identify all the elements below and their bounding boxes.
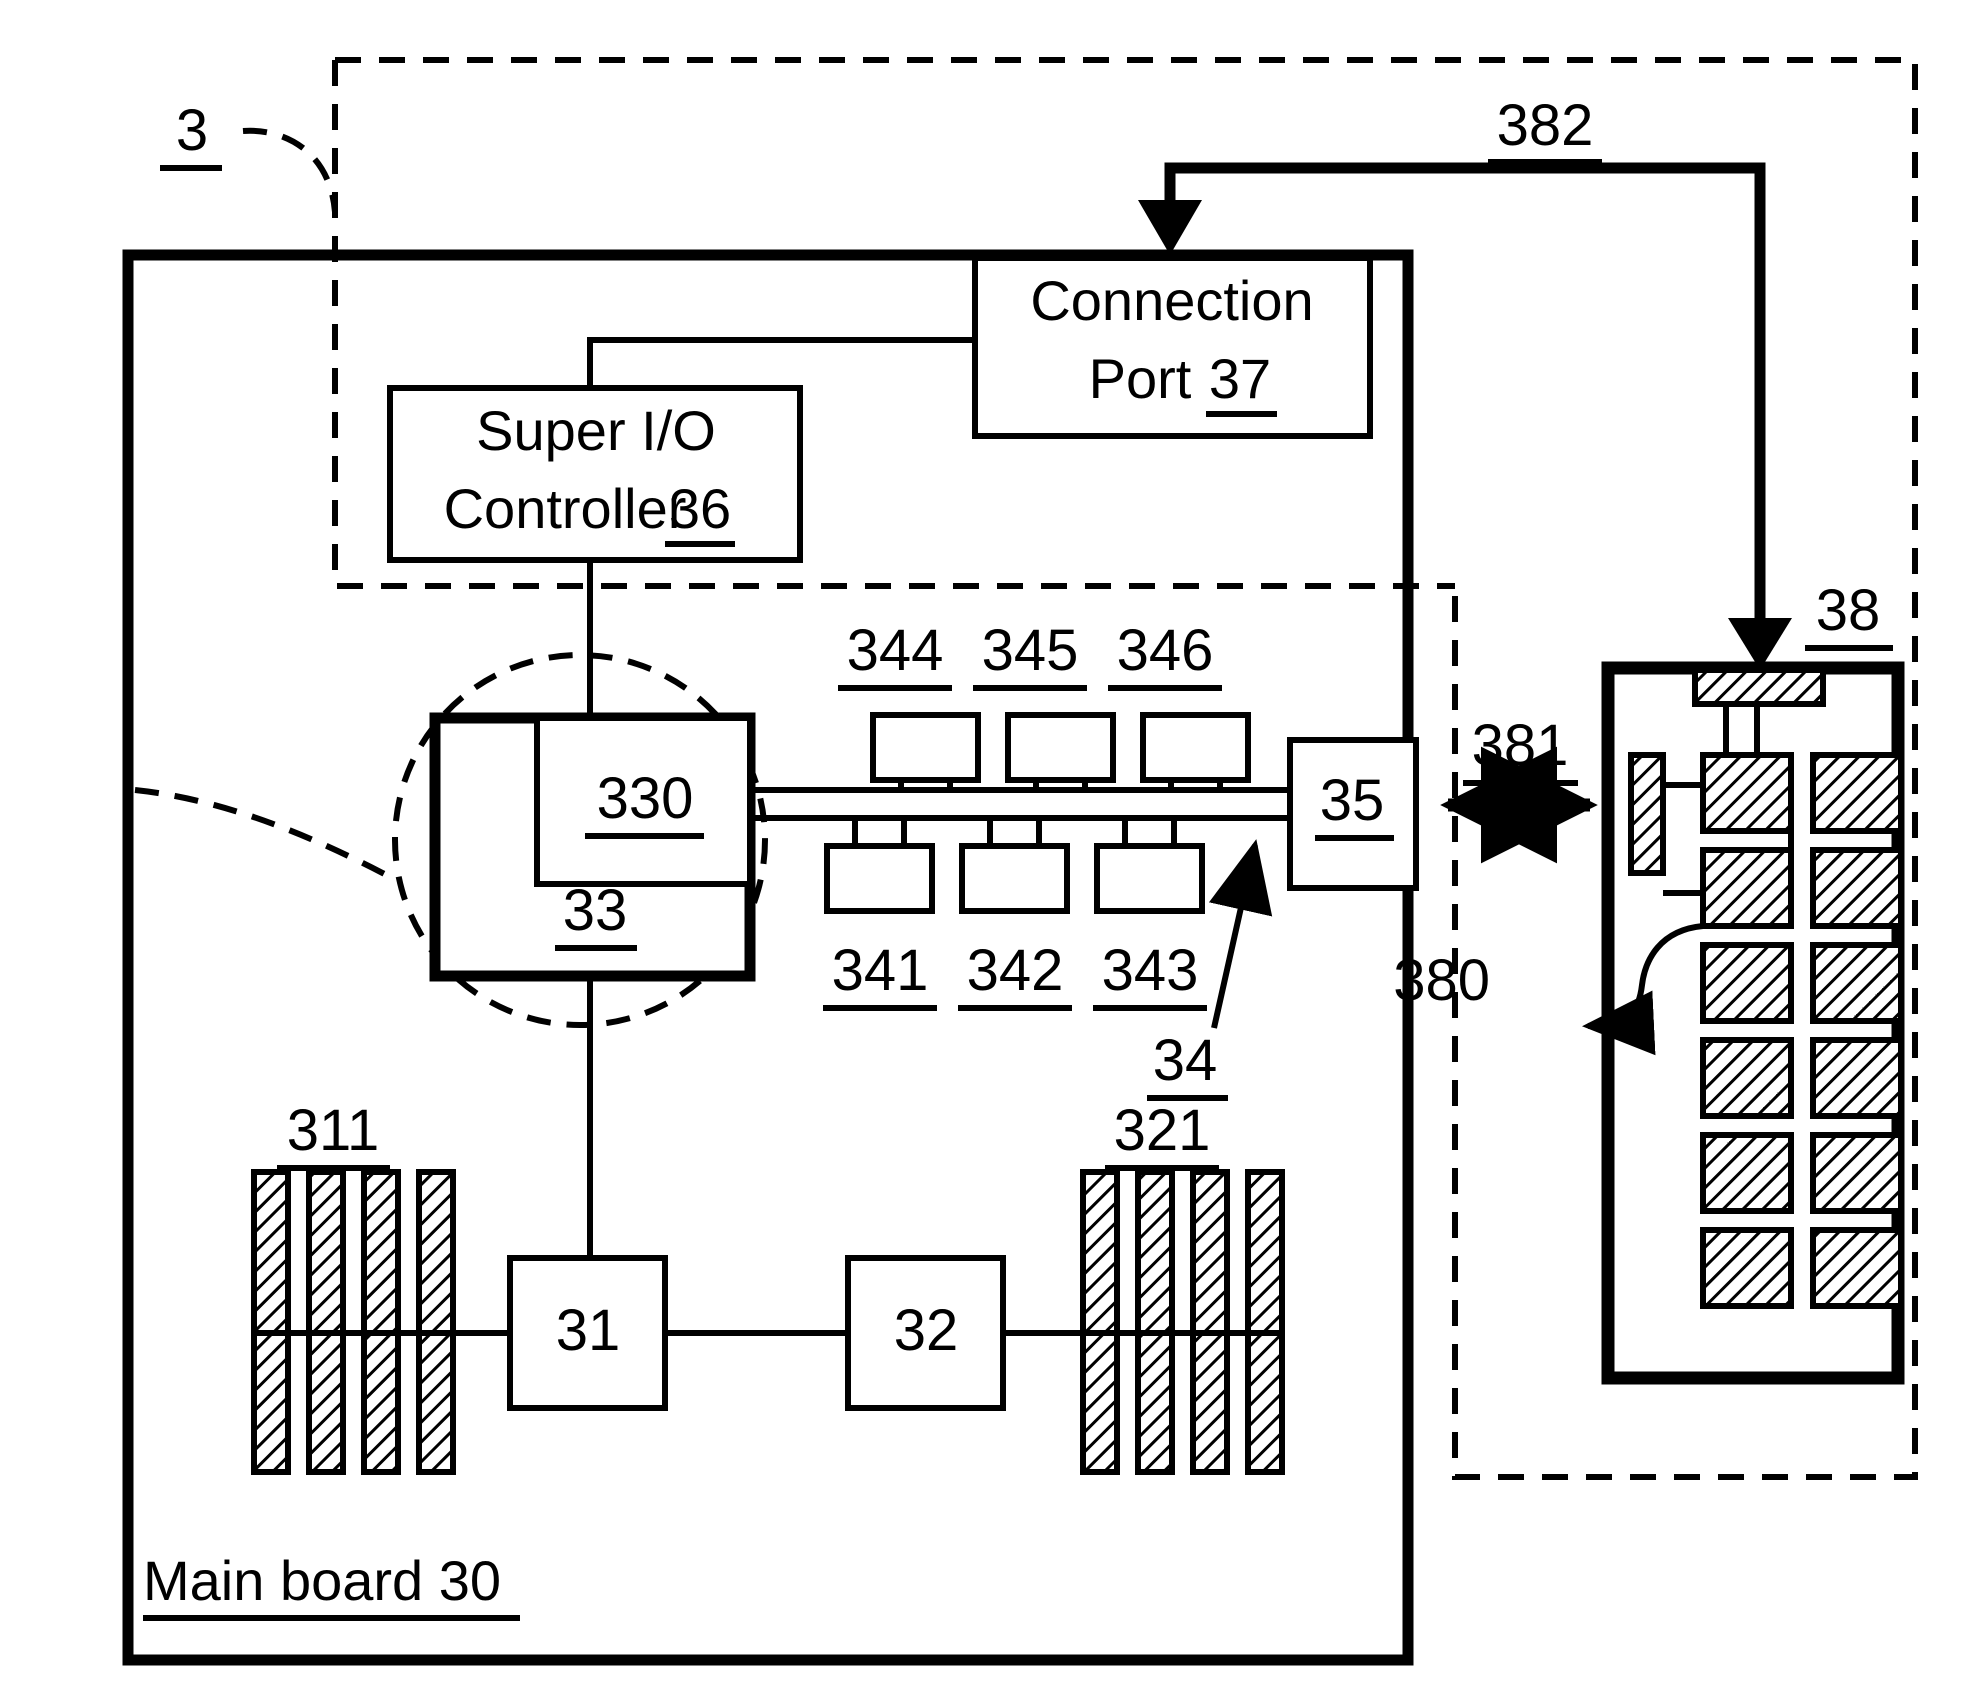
- chipset-circle-leader: [134, 787, 398, 883]
- device-38-left-contact: [1628, 752, 1666, 876]
- label-311: 311: [287, 1098, 379, 1163]
- south-bridge-block: 32: [665, 1255, 1006, 1411]
- label-343: 343: [1102, 938, 1199, 1003]
- label-382: 382: [1497, 93, 1594, 158]
- device-38-key-r4: [1810, 1037, 1904, 1119]
- bus-34-leader: [1208, 839, 1273, 1029]
- device-38-key-l2: [1700, 847, 1794, 929]
- memory-slot-311-2: [306, 1169, 346, 1475]
- label-344: 344: [847, 618, 944, 683]
- device-38-key-l5: [1700, 1132, 1794, 1214]
- device-38-top-bar: [1692, 667, 1826, 707]
- device-38-key-r5: [1810, 1132, 1904, 1214]
- label-381: 381: [1472, 713, 1569, 778]
- device-38-key-r1: [1810, 752, 1904, 834]
- label-33: 33: [563, 878, 628, 943]
- north-bridge-block: 31: [507, 1255, 668, 1411]
- label-342: 342: [967, 938, 1064, 1003]
- block-diagram: 3 Main board 30 Connection Port 37 Super…: [122, 57, 1918, 1666]
- memory-slot-321-2: [1135, 1169, 1175, 1475]
- label-32: 32: [894, 1298, 959, 1363]
- device-38-key-l3: [1700, 942, 1794, 1024]
- module-345-box: [1005, 712, 1116, 783]
- super-io-ref: 36: [669, 477, 731, 540]
- super-io-line2: Controller: [444, 477, 687, 540]
- connection-port-block: Connection Port 37: [972, 255, 1373, 439]
- memory-slot-311-3: [361, 1169, 401, 1475]
- label-35: 35: [1320, 768, 1385, 833]
- module-341-box: [824, 843, 935, 914]
- label-system-3: 3: [176, 98, 208, 163]
- module-343-box: [1094, 843, 1205, 914]
- label-main-board: Main board 30: [143, 1549, 501, 1612]
- modules-bottom-group: 341 342 343: [823, 818, 1207, 1011]
- module-344-box: [870, 712, 981, 783]
- module-346-box: [1140, 712, 1251, 783]
- link-382-arrowhead-port: [1138, 200, 1202, 255]
- connection-port-ref: 37: [1209, 347, 1271, 410]
- callout-3-leader: [242, 127, 338, 213]
- memory-slots-321-group: 321: [1003, 1098, 1285, 1475]
- device-38-key-r3: [1810, 942, 1904, 1024]
- memory-slot-321-1: [1080, 1169, 1120, 1475]
- memory-slot-321-3: [1190, 1169, 1230, 1475]
- device-38-key-r2: [1810, 847, 1904, 929]
- label-380: 380: [1393, 948, 1490, 1013]
- super-io-line1: Super I/O: [476, 399, 716, 462]
- label-31: 31: [556, 1298, 621, 1363]
- link-381-group: 381: [1440, 713, 1598, 864]
- memory-slot-311-4: [416, 1169, 456, 1475]
- device-38-key-l1: [1700, 752, 1794, 834]
- label-341: 341: [832, 938, 929, 1003]
- device-38-key-r6: [1810, 1227, 1904, 1309]
- device-38-block: 38: [1601, 578, 1905, 1385]
- label-38: 38: [1816, 578, 1881, 643]
- connection-port-line1: Connection: [1030, 269, 1313, 332]
- super-io-to-port-link: [587, 337, 975, 388]
- figure-canvas: 3 Main board 30 Connection Port 37 Super…: [0, 0, 1970, 1698]
- memory-slot-311-1: [251, 1169, 291, 1475]
- device-38-key-l6: [1700, 1227, 1794, 1309]
- memory-slots-311-group: 311: [251, 1098, 510, 1475]
- modules-top-group: 344 345 346: [838, 618, 1251, 790]
- label-346: 346: [1117, 618, 1214, 683]
- device-38-key-l4: [1700, 1037, 1794, 1119]
- label-330: 330: [597, 766, 694, 831]
- connection-port-line2: Port: [1089, 347, 1192, 410]
- chipset-block: 330 33: [429, 712, 756, 1258]
- label-34: 34: [1153, 1028, 1218, 1093]
- label-321: 321: [1114, 1098, 1211, 1163]
- module-342-box: [959, 843, 1070, 914]
- label-345: 345: [982, 618, 1079, 683]
- memory-slot-321-4: [1245, 1169, 1285, 1475]
- interface-35-block: 35: [1287, 737, 1419, 891]
